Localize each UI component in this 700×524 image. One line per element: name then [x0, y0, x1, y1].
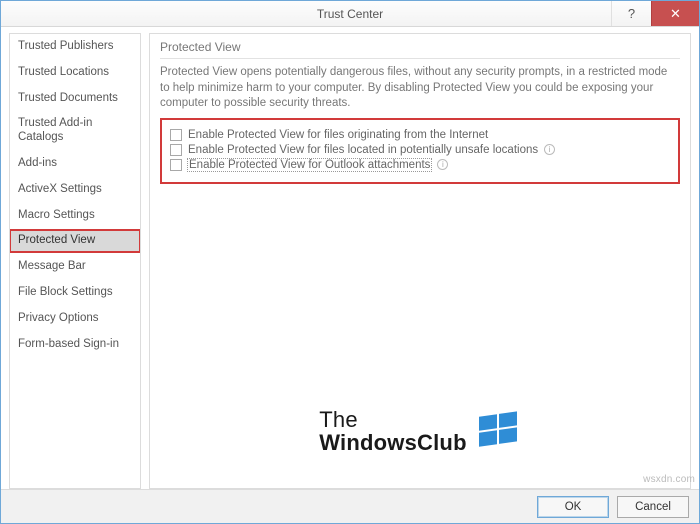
help-icon: ? [628, 6, 635, 21]
sidebar-item-form-based-signin[interactable]: Form-based Sign-in [10, 334, 140, 356]
options-group: Enable Protected View for files originat… [160, 118, 680, 184]
option-label: Enable Protected View for files located … [188, 144, 538, 156]
windows-logo-icon [477, 409, 521, 453]
option-label: Enable Protected View for Outlook attach… [188, 159, 431, 171]
watermark-line1: The [319, 408, 466, 431]
checkbox-icon[interactable] [170, 144, 182, 156]
checkbox-icon[interactable] [170, 159, 182, 171]
section-title: Protected View [160, 40, 680, 56]
titlebar-buttons: ? ✕ [611, 1, 699, 26]
info-icon[interactable]: i [437, 159, 448, 170]
close-button[interactable]: ✕ [651, 1, 699, 26]
sidebar-item-add-ins[interactable]: Add-ins [10, 153, 140, 175]
section-divider [160, 58, 680, 59]
trust-center-window: Trust Center ? ✕ Trusted Publishers Trus… [0, 0, 700, 524]
window-body: Trusted Publishers Trusted Locations Tru… [1, 27, 699, 489]
sidebar-item-trusted-documents[interactable]: Trusted Documents [10, 88, 140, 110]
sidebar-item-protected-view[interactable]: Protected View [10, 230, 140, 252]
sidebar: Trusted Publishers Trusted Locations Tru… [9, 33, 141, 489]
sidebar-item-trusted-locations[interactable]: Trusted Locations [10, 62, 140, 84]
sidebar-item-file-block-settings[interactable]: File Block Settings [10, 282, 140, 304]
watermark: The WindowsClub [150, 408, 690, 454]
titlebar: Trust Center ? ✕ [1, 1, 699, 27]
option-label: Enable Protected View for files originat… [188, 129, 488, 141]
option-outlook-attachments[interactable]: Enable Protected View for Outlook attach… [170, 159, 670, 171]
sidebar-item-privacy-options[interactable]: Privacy Options [10, 308, 140, 330]
checkbox-icon[interactable] [170, 129, 182, 141]
sidebar-item-message-bar[interactable]: Message Bar [10, 256, 140, 278]
cancel-button[interactable]: Cancel [617, 496, 689, 518]
option-unsafe-locations[interactable]: Enable Protected View for files located … [170, 144, 670, 156]
sidebar-item-activex-settings[interactable]: ActiveX Settings [10, 179, 140, 201]
dialog-footer: OK Cancel [1, 489, 699, 523]
ok-button[interactable]: OK [537, 496, 609, 518]
help-button[interactable]: ? [611, 1, 651, 26]
info-icon[interactable]: i [544, 144, 555, 155]
main-panel: Protected View Protected View opens pote… [149, 33, 691, 489]
sidebar-item-trusted-publishers[interactable]: Trusted Publishers [10, 36, 140, 58]
close-icon: ✕ [670, 6, 681, 22]
option-internet-files[interactable]: Enable Protected View for files originat… [170, 129, 670, 141]
window-title: Trust Center [1, 7, 699, 21]
section-description: Protected View opens potentially dangero… [160, 65, 680, 112]
sidebar-item-macro-settings[interactable]: Macro Settings [10, 205, 140, 227]
watermark-line2: WindowsClub [319, 431, 466, 454]
sidebar-item-trusted-addin-catalogs[interactable]: Trusted Add-in Catalogs [10, 113, 140, 149]
